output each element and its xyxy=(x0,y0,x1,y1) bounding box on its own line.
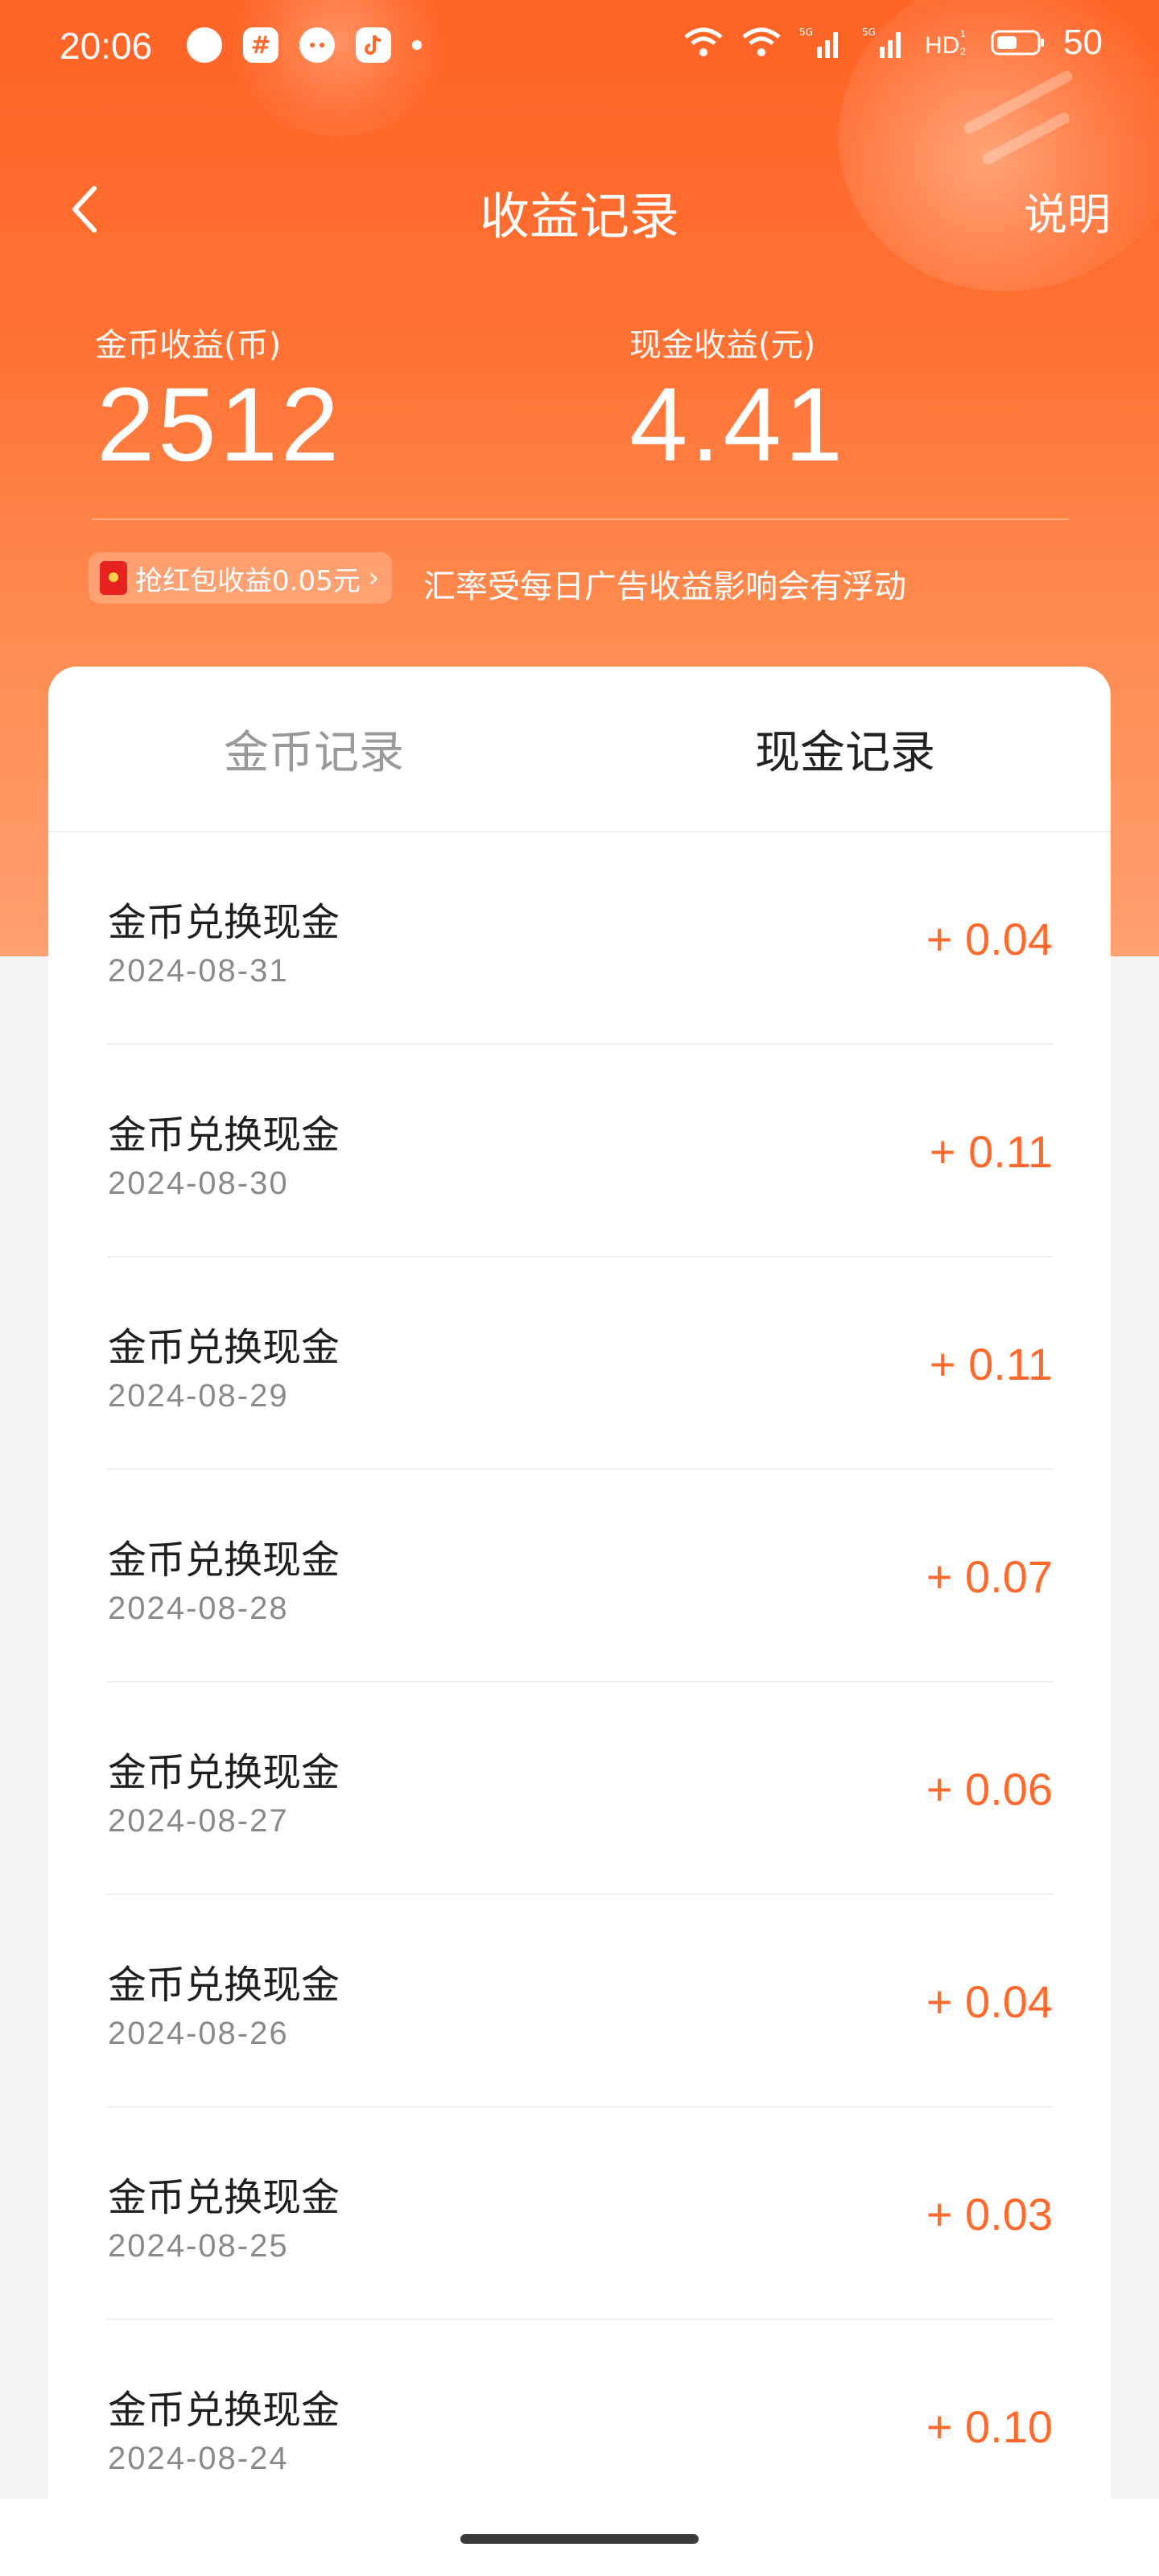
status-time: 20:06 xyxy=(60,25,153,67)
record-title: 金币兑换现金 xyxy=(108,2388,340,2433)
help-link[interactable]: 说明 xyxy=(1024,179,1111,242)
record-title: 金币兑换现金 xyxy=(108,1325,340,1370)
system-status-icons: 5G 5G HD 1 2 50 xyxy=(683,23,1103,63)
signal-5g-icon: 5G xyxy=(862,25,907,60)
record-title: 金币兑换现金 xyxy=(108,2175,340,2220)
record-amount: + 0.10 xyxy=(926,2401,1053,2452)
record-amount: + 0.11 xyxy=(929,1339,1053,1389)
home-indicator[interactable] xyxy=(460,2534,699,2544)
svg-text:1: 1 xyxy=(960,28,966,39)
list-item[interactable]: 金币兑换现金 2024-08-28 + 0.07 xyxy=(108,1470,1053,1682)
svg-text:2: 2 xyxy=(960,46,966,57)
cash-earnings-label: 现金收益(元) xyxy=(629,327,816,364)
record-tabs: 金币记录 现金记录 xyxy=(48,667,1111,832)
record-title: 金币兑换现金 xyxy=(108,900,340,945)
wifi-icon xyxy=(683,25,724,60)
record-amount: + 0.06 xyxy=(926,1764,1053,1814)
record-list: 金币兑换现金 2024-08-31 + 0.04 金币兑换现金 2024-08-… xyxy=(108,832,1053,2531)
battery-level: 50 xyxy=(1063,23,1103,62)
record-title: 金币兑换现金 xyxy=(108,1538,340,1583)
exchange-rate-note: 汇率受每日广告收益影响会有浮动 xyxy=(423,568,906,605)
battery-icon xyxy=(991,25,1046,60)
record-date: 2024-08-30 xyxy=(108,1166,289,1201)
record-amount: + 0.04 xyxy=(926,914,1053,964)
red-packet-promo-label: 抢红包收益0.05元 xyxy=(135,564,361,597)
record-amount: + 0.11 xyxy=(929,1126,1053,1177)
records-card: 金币记录 现金记录 金币兑换现金 2024-08-31 + 0.04 金币兑换现… xyxy=(48,667,1111,2576)
record-date: 2024-08-29 xyxy=(108,1378,289,1414)
tiktok-icon xyxy=(356,27,391,63)
record-title: 金币兑换现金 xyxy=(108,1750,340,1795)
list-item[interactable]: 金币兑换现金 2024-08-25 + 0.03 xyxy=(108,2107,1053,2320)
tab-cash-records[interactable]: 现金记录 xyxy=(580,667,1111,831)
more-notifications-dot xyxy=(412,40,422,50)
notification-icons: # xyxy=(187,27,422,63)
list-item[interactable]: 金币兑换现金 2024-08-27 + 0.06 xyxy=(108,1682,1053,1895)
record-date: 2024-08-31 xyxy=(108,953,289,989)
record-date: 2024-08-25 xyxy=(108,2228,289,2264)
earnings-record-screen: 20:06 # 5G 5G HD 1 2 50 收益记录 说明 金币收益(币) … xyxy=(0,0,1159,2576)
chevron-right-icon: › xyxy=(368,562,380,594)
list-item[interactable]: 金币兑换现金 2024-08-31 + 0.04 xyxy=(108,832,1053,1045)
svg-text:HD: HD xyxy=(925,32,959,59)
page-title: 收益记录 xyxy=(479,187,679,246)
record-date: 2024-08-24 xyxy=(108,2441,289,2476)
wifi-icon xyxy=(741,25,782,60)
record-title: 金币兑换现金 xyxy=(108,1113,340,1158)
svg-text:5G: 5G xyxy=(799,27,813,38)
status-bar: 20:06 # 5G 5G HD 1 2 50 xyxy=(0,0,1159,97)
coin-earnings-value: 2512 xyxy=(97,365,343,483)
summary-divider xyxy=(92,518,1069,520)
list-item[interactable]: 金币兑换现金 2024-08-30 + 0.11 xyxy=(108,1045,1053,1257)
hd-icon: HD 1 2 xyxy=(925,25,973,60)
record-title: 金币兑换现金 xyxy=(108,1963,340,2008)
list-item[interactable]: 金币兑换现金 2024-08-26 + 0.04 xyxy=(108,1895,1053,2107)
hashtag-app-icon: # xyxy=(243,27,278,63)
record-amount: + 0.03 xyxy=(926,2189,1053,2240)
record-amount: + 0.07 xyxy=(926,1551,1053,1602)
tab-coin-records[interactable]: 金币记录 xyxy=(48,667,580,831)
chat-bubble-icon xyxy=(187,27,222,63)
cash-earnings-value: 4.41 xyxy=(629,365,847,483)
record-date: 2024-08-27 xyxy=(108,1803,289,1839)
svg-text:5G: 5G xyxy=(862,27,876,38)
red-packet-promo-button[interactable]: 抢红包收益0.05元 › xyxy=(89,552,393,604)
signal-5g-icon: 5G xyxy=(799,25,844,60)
wechat-icon xyxy=(299,27,335,63)
record-amount: + 0.04 xyxy=(926,1976,1053,2027)
record-date: 2024-08-26 xyxy=(108,2016,289,2051)
list-item[interactable]: 金币兑换现金 2024-08-29 + 0.11 xyxy=(108,1257,1053,1470)
record-date: 2024-08-28 xyxy=(108,1591,289,1626)
red-packet-icon xyxy=(100,561,127,595)
coin-earnings-label: 金币收益(币) xyxy=(95,327,282,364)
